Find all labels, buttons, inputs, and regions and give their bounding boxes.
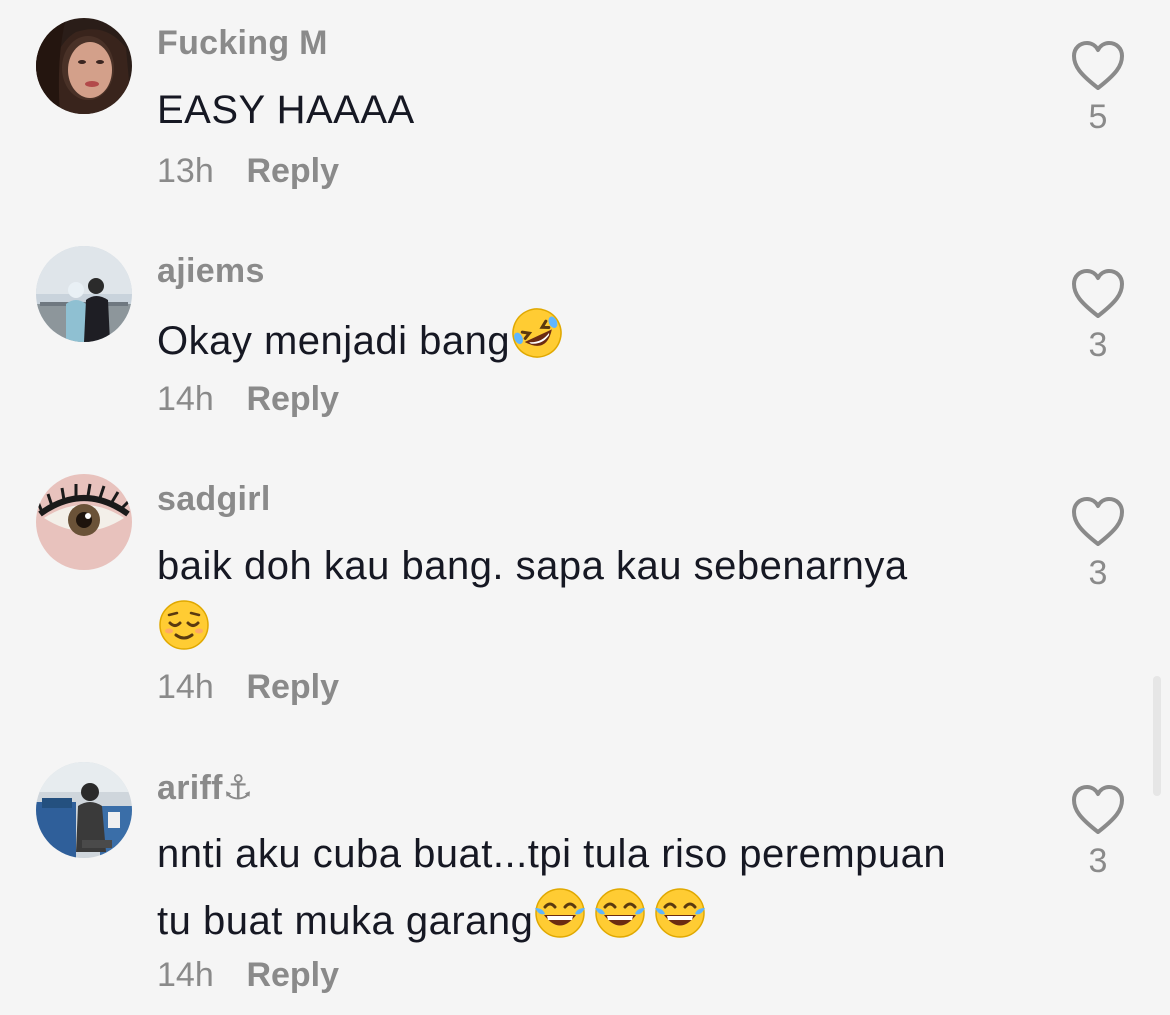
comment-username[interactable]: Fucking M [157,24,328,63]
comment-timestamp: 14h [157,380,214,418]
like-count: 3 [1088,554,1108,592]
avatar[interactable] [36,18,132,114]
avatar[interactable] [36,474,132,570]
comment-text-body: baik doh kau bang. sapa kau sebenarnya [157,544,908,588]
rolling-on-floor-laughing-emoji [510,306,564,360]
heart-icon [1068,40,1128,92]
comment-text: baik doh kau bang. sapa kau sebenarnya [157,534,1037,665]
comment-username[interactable]: sadgirl [157,480,271,519]
like-count: 3 [1088,842,1108,880]
anchor-icon: ⚓ [222,768,254,808]
heart-icon [1068,496,1128,548]
like-count: 5 [1088,98,1108,136]
comment-list: Fucking M EASY HAAAA 13h Reply 5 ajiems … [0,0,1170,1015]
like-count: 3 [1088,326,1108,364]
comment-username[interactable]: ariff⚓ [157,768,254,808]
comment-text: EASY HAAAA [157,88,415,132]
comment-text: Okay menjadi bang [157,306,1037,373]
avatar[interactable] [36,246,132,342]
heart-icon [1068,268,1128,320]
reply-button[interactable]: Reply [246,668,339,706]
face-with-tears-of-joy-emoji [533,886,706,940]
reply-button[interactable]: Reply [246,956,339,994]
like-button[interactable]: 5 [1068,40,1128,137]
comment-meta: 14h Reply [157,380,339,419]
comment-meta: 14h Reply [157,668,339,707]
like-button[interactable]: 3 [1068,496,1128,593]
comment-text-line1: nnti aku cuba buat...tpi tula riso perem… [157,832,947,876]
comment-text-line2: tu buat muka garang [157,899,534,943]
comment-timestamp: 14h [157,956,214,994]
like-button[interactable]: 3 [1068,784,1128,881]
comment-text-body: Okay menjadi bang [157,319,511,363]
relieved-face-emoji [157,598,211,652]
avatar[interactable] [36,762,132,858]
comment-username-text: ariff [157,769,223,807]
reply-button[interactable]: Reply [246,380,339,418]
scrollbar[interactable] [1153,676,1161,796]
like-button[interactable]: 3 [1068,268,1128,365]
comment-timestamp: 13h [157,152,214,190]
comment-meta: 13h Reply [157,152,339,191]
heart-icon [1068,784,1128,836]
comment-meta: 14h Reply [157,956,339,995]
comment-username[interactable]: ajiems [157,252,265,291]
comment-timestamp: 14h [157,668,214,706]
reply-button[interactable]: Reply [246,152,339,190]
comment-text: nnti aku cuba buat...tpi tula riso perem… [157,822,1037,953]
